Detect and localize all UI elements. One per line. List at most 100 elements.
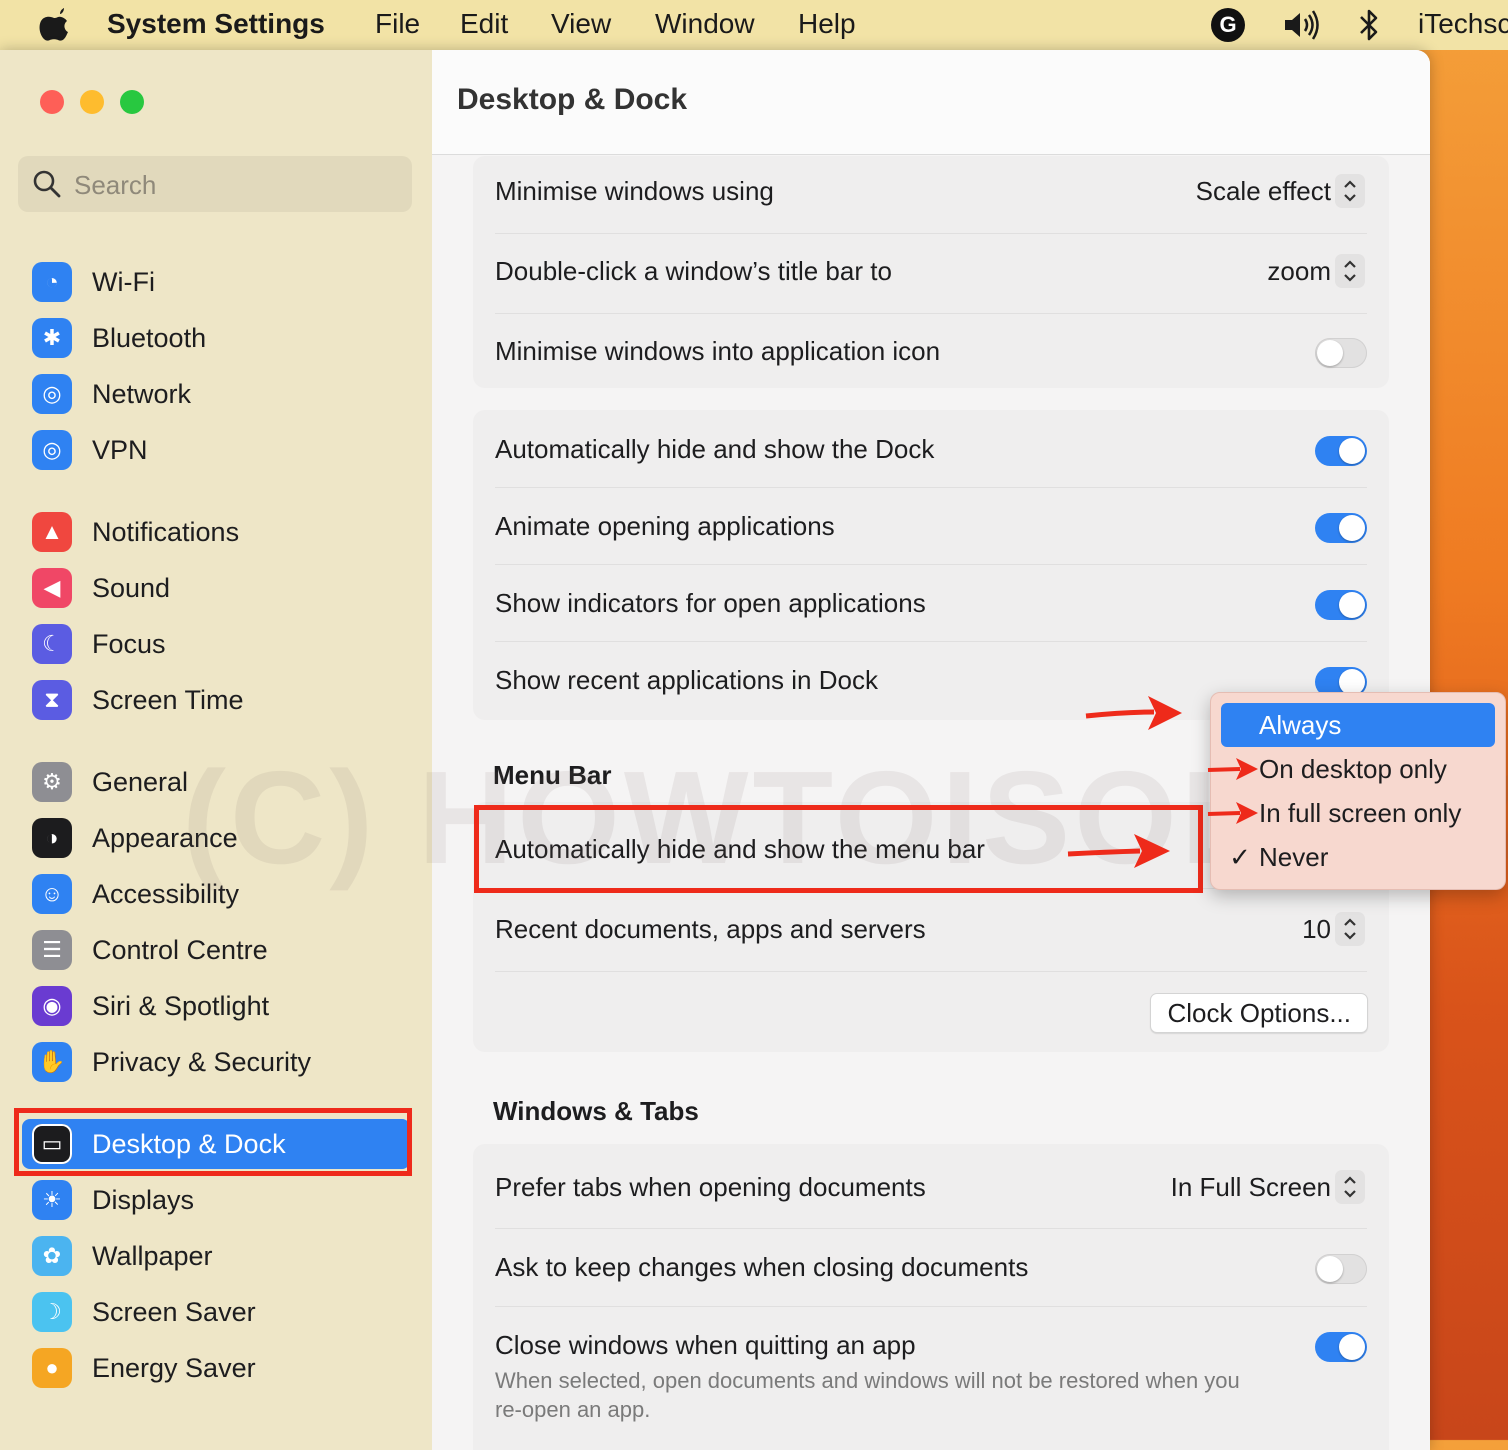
chevron-updown-icon[interactable]	[1335, 1170, 1365, 1204]
speaker-icon: ◀	[32, 568, 72, 608]
chevron-updown-icon[interactable]	[1335, 254, 1365, 288]
divider	[495, 971, 1367, 972]
accessibility-icon: ☺	[32, 874, 72, 914]
sidebar-item-privacy-security[interactable]: ✋ Privacy & Security	[22, 1037, 410, 1087]
show-indicators-toggle[interactable]	[1315, 590, 1367, 620]
zoom-window-button[interactable]	[120, 90, 144, 114]
popup-option-always[interactable]: Always	[1221, 703, 1495, 747]
chevron-updown-icon[interactable]	[1335, 174, 1365, 208]
control-centre-icon: ☰	[32, 930, 72, 970]
sidebar-item-vpn[interactable]: ◎ VPN	[22, 425, 410, 475]
window-behavior-group: Minimise windows using Scale effect Doub…	[473, 156, 1389, 388]
content-header: Desktop & Dock	[432, 50, 1430, 155]
sidebar-item-label: Displays	[92, 1184, 195, 1215]
clock-options-button[interactable]: Clock Options...	[1150, 993, 1368, 1033]
chevron-updown-icon[interactable]	[1335, 912, 1365, 946]
sidebar-item-label: Siri & Spotlight	[92, 990, 270, 1021]
menu-user-name[interactable]: iTechsc	[1418, 8, 1508, 40]
annotation-arrow-icon	[1067, 834, 1170, 868]
autohide-dock-toggle[interactable]	[1315, 436, 1367, 466]
sidebar-item-notifications[interactable]: ▲ Notifications	[22, 507, 410, 557]
sidebar-item-label: Network	[92, 378, 192, 409]
appearance-icon: ◑	[32, 818, 72, 858]
popup-option-label: On desktop only	[1259, 753, 1447, 784]
search-input[interactable]	[72, 156, 396, 214]
toggle-knob	[1317, 340, 1343, 366]
close-window-button[interactable]	[40, 90, 64, 114]
recent-docs-row: Recent documents, apps and servers 10	[495, 888, 1367, 972]
sidebar-item-label: Control Centre	[92, 934, 268, 965]
popup-option-full-screen-only[interactable]: In full screen only	[1221, 791, 1495, 835]
toggle-knob	[1339, 592, 1365, 618]
sidebar-item-label: Accessibility	[92, 878, 240, 909]
menu-file[interactable]: File	[375, 8, 420, 40]
volume-icon[interactable]	[1282, 8, 1322, 49]
sidebar-item-label: VPN	[92, 434, 148, 465]
ask-keep-label: Ask to keep changes when closing documen…	[495, 1252, 1029, 1282]
animate-apps-toggle[interactable]	[1315, 513, 1367, 543]
sidebar-item-network[interactable]: ◎ Network	[22, 369, 410, 419]
recent-docs-select[interactable]: 10	[1302, 914, 1331, 945]
sidebar-item-siri-spotlight[interactable]: ◉ Siri & Spotlight	[22, 981, 410, 1031]
minimise-into-icon-toggle[interactable]	[1315, 338, 1367, 368]
toggle-knob	[1339, 1334, 1365, 1360]
sidebar-item-bluetooth[interactable]: ✱ Bluetooth	[22, 313, 410, 363]
popup-option-label: In full screen only	[1259, 797, 1462, 828]
menu-view[interactable]: View	[551, 8, 611, 40]
screensaver-icon: ☽	[32, 1292, 72, 1332]
sidebar: ◔ Wi-Fi ✱ Bluetooth ◎ Network ◎ VPN ▲ Notificatio…	[0, 50, 432, 1450]
annotation-arrow-icon	[1085, 696, 1182, 730]
sidebar-item-sound[interactable]: ◀ Sound	[22, 563, 410, 613]
double-click-label: Double-click a window’s title bar to	[495, 256, 892, 286]
close-windows-label: Close windows when quitting an app	[495, 1330, 916, 1360]
toggle-knob	[1339, 515, 1365, 541]
apple-logo-icon[interactable]	[38, 8, 70, 49]
sidebar-item-energy-saver[interactable]: ● Energy Saver	[22, 1343, 410, 1393]
toggle-knob	[1317, 1256, 1343, 1282]
sidebar-item-focus[interactable]: ☾ Focus	[22, 619, 410, 669]
sidebar-item-label: Bluetooth	[92, 322, 207, 353]
sidebar-item-displays[interactable]: ☀ Displays	[22, 1175, 410, 1225]
minimise-windows-select[interactable]: Scale effect	[1196, 176, 1331, 207]
sidebar-item-general[interactable]: ⚙ General	[22, 757, 410, 807]
minimize-window-button[interactable]	[80, 90, 104, 114]
ask-keep-row: Ask to keep changes when closing documen…	[495, 1228, 1367, 1307]
double-click-select[interactable]: zoom	[1267, 256, 1331, 287]
sidebar-item-accessibility[interactable]: ☺ Accessibility	[22, 869, 410, 919]
sidebar-item-wi-fi[interactable]: ◔ Wi-Fi	[22, 257, 410, 307]
search-box[interactable]	[18, 156, 412, 214]
sidebar-item-label: Wallpaper	[92, 1240, 213, 1271]
menu-window[interactable]: Window	[655, 8, 755, 40]
sidebar-item-control-centre[interactable]: ☰ Control Centre	[22, 925, 410, 975]
grammarly-icon[interactable]: G	[1211, 8, 1245, 42]
close-windows-toggle[interactable]	[1315, 1332, 1367, 1362]
annotation-arrow-icon	[1207, 758, 1258, 780]
recent-apps-label: Show recent applications in Dock	[495, 665, 878, 695]
prefer-tabs-label: Prefer tabs when opening documents	[495, 1172, 926, 1202]
prefer-tabs-select[interactable]: In Full Screen	[1171, 1172, 1331, 1203]
menu-app-name[interactable]: System Settings	[107, 8, 325, 40]
sidebar-item-label: Wi-Fi	[92, 266, 155, 297]
popup-option-label: Never	[1259, 841, 1329, 872]
sidebar-item-screen-time[interactable]: ⧗ Screen Time	[22, 675, 410, 725]
prefer-tabs-row: Prefer tabs when opening documents In Fu…	[495, 1144, 1367, 1229]
windows-tabs-section-title: Windows & Tabs	[493, 1096, 699, 1126]
ask-keep-toggle[interactable]	[1315, 1254, 1367, 1284]
popup-option-never[interactable]: ✓ Never	[1221, 835, 1495, 879]
animate-apps-row: Animate opening applications	[495, 487, 1367, 565]
sidebar-item-wallpaper[interactable]: ✿ Wallpaper	[22, 1231, 410, 1281]
popup-option-desktop-only[interactable]: On desktop only	[1221, 747, 1495, 791]
page-title: Desktop & Dock	[457, 83, 688, 116]
close-windows-description-line2: re-open an app.	[495, 1397, 651, 1422]
sidebar-item-screen-saver[interactable]: ☽ Screen Saver	[22, 1287, 410, 1337]
bluetooth-status-icon[interactable]	[1356, 8, 1382, 49]
minimise-into-icon-row: Minimise windows into application icon	[495, 314, 1367, 388]
dock-options-group: Automatically hide and show the Dock Ani…	[473, 410, 1389, 720]
menu-edit[interactable]: Edit	[460, 8, 508, 40]
toggle-knob	[1339, 438, 1365, 464]
recent-docs-label: Recent documents, apps and servers	[495, 914, 926, 944]
show-indicators-label: Show indicators for open applications	[495, 588, 926, 618]
menu-help[interactable]: Help	[798, 8, 856, 40]
sidebar-item-appearance[interactable]: ◑ Appearance	[22, 813, 410, 863]
annotation-arrow-icon	[1207, 802, 1258, 824]
